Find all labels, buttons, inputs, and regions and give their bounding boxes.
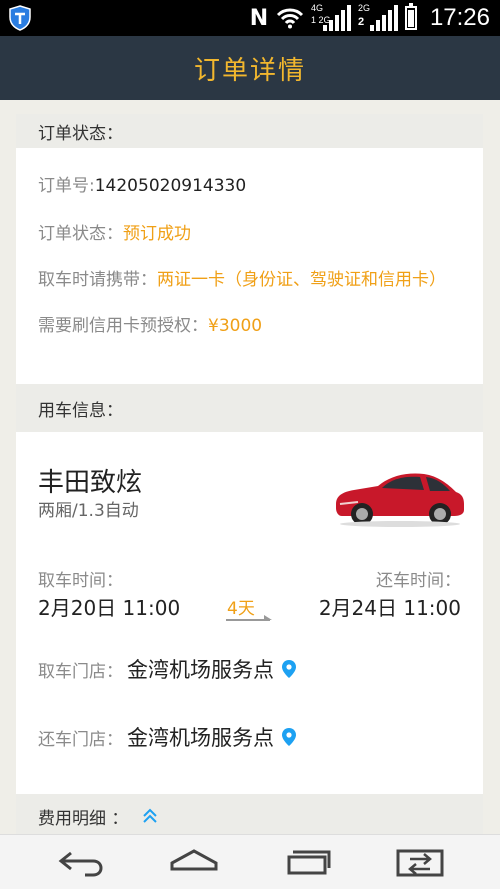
back-arrow-icon[interactable]: [55, 845, 107, 879]
preauth-value: ¥3000: [208, 316, 263, 336]
car-info-card: 丰田致炫 两厢/1.3自动 取车时间： 还车时间： 2月20日 11:00 4天…: [16, 432, 483, 794]
carry-docs-value: 两证一卡（身份证、驾驶证和信用卡）: [157, 270, 446, 290]
order-status-section-header: 订单状态：: [16, 114, 483, 148]
return-time-label: 还车时间：: [376, 571, 461, 591]
recent-apps-icon[interactable]: [281, 845, 333, 879]
order-number-value: 14205020914330: [94, 176, 247, 196]
fee-section-header[interactable]: 费用明细 ：: [16, 794, 483, 834]
return-time-value: 2月24日 11:00: [318, 596, 461, 620]
system-nav-bar: [0, 834, 500, 889]
pickup-store-row[interactable]: 取车门店： 金湾机场服务点: [38, 654, 296, 684]
signal-strength-1-icon: 4G 1 2G: [311, 3, 351, 33]
status-bar: N 4G 1 2G 2G 2 17:26: [0, 0, 500, 36]
section-title: 费用明细 ：: [38, 808, 129, 829]
order-number-label: 订单号:: [38, 176, 95, 196]
section-title: 订单状态：: [38, 123, 123, 144]
double-chevron-up-icon[interactable]: [142, 807, 158, 825]
signal-strength-2-icon: 2G 2: [358, 3, 398, 33]
return-store-name: 金湾机场服务点: [127, 726, 274, 750]
order-status-card: 订单号:14205020914330 订单状态：预订成功 取车时请携带：两证一卡…: [16, 148, 483, 384]
car-info-section-header: 用车信息：: [16, 384, 483, 432]
carry-docs-label: 取车时请携带：: [38, 270, 157, 290]
preauth-row: 需要刷信用卡预授权：¥3000: [38, 314, 461, 338]
home-icon[interactable]: [168, 845, 220, 879]
return-store-label: 还车门店：: [38, 729, 123, 750]
page-title: 订单详情: [193, 55, 306, 86]
order-status-value: 预订成功: [123, 224, 191, 244]
wifi-icon: [276, 8, 303, 29]
location-pin-icon[interactable]: [282, 728, 296, 746]
return-store-row[interactable]: 还车门店： 金湾机场服务点: [38, 722, 296, 752]
dual-window-icon[interactable]: [394, 845, 446, 879]
order-status-row: 订单状态：预订成功: [38, 222, 461, 246]
battery-icon: [404, 3, 417, 30]
car-image: [336, 473, 464, 527]
nfc-icon: N: [249, 5, 269, 31]
location-pin-icon[interactable]: [282, 660, 296, 678]
section-title: 用车信息：: [38, 400, 123, 421]
shield-icon: [9, 5, 31, 31]
car-name: 丰田致炫: [38, 468, 143, 498]
order-detail-content[interactable]: 订单状态： 订单号:14205020914330 订单状态：预订成功 取车时请携…: [16, 114, 483, 834]
car-spec: 两厢/1.3自动: [38, 501, 139, 521]
preauth-label: 需要刷信用卡预授权：: [38, 316, 208, 336]
pickup-store-name: 金湾机场服务点: [127, 658, 274, 682]
pickup-time-value: 2月20日 11:00: [38, 596, 181, 620]
clock: 17:26: [429, 4, 490, 31]
pickup-store-label: 取车门店：: [38, 661, 123, 682]
pickup-time-label: 取车时间：: [38, 571, 123, 591]
carry-docs-row: 取车时请携带：两证一卡（身份证、驾驶证和信用卡）: [38, 268, 461, 292]
order-status-label: 订单状态：: [38, 224, 123, 244]
order-number-row: 订单号:14205020914330: [38, 174, 461, 198]
duration-arrow-icon: [226, 615, 272, 621]
app-header: 订单详情: [0, 36, 500, 100]
